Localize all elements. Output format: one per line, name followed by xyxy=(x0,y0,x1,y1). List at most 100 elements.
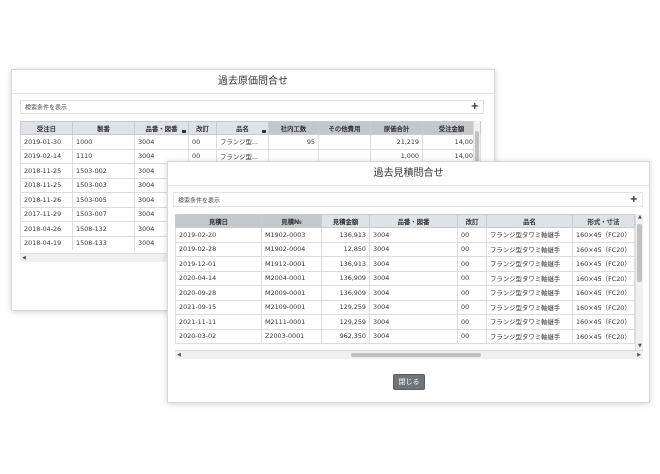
table-cell: 2021-11-11 xyxy=(175,314,262,330)
col-cost-total[interactable]: 原価合計 xyxy=(370,121,423,135)
estimate-table-row[interactable]: 2021-09-15 M2109-0001 129,259 3004 00 フランジ型タワ… xyxy=(175,299,635,315)
scroll-down-arrow-icon[interactable]: ▼ xyxy=(638,344,642,349)
cost-table-header: 受注日 製番 品番・図番 改訂 品名 社内工数 その他費用 原価合計 受注金額 xyxy=(20,121,481,135)
table-cell: 160×45（FC20） xyxy=(572,285,635,301)
table-cell: 3004 xyxy=(369,299,458,315)
col-type-dimensions[interactable]: 形式・寸法 xyxy=(572,214,635,228)
col-estimate-no[interactable]: 見積№ xyxy=(261,214,322,228)
table-cell: 136,909 xyxy=(321,270,370,286)
table-cell: M2109-0001 xyxy=(261,299,322,315)
table-cell: フランジ型タワミ軸継手 xyxy=(486,285,573,301)
col-other-costs[interactable]: その他費用 xyxy=(318,121,371,135)
estimate-table-row[interactable]: 2019-02-20 M1902-0003 136,913 3004 00 フランジ型タワ… xyxy=(175,227,635,243)
table-cell: 2019-02-14 xyxy=(20,148,73,164)
table-cell: 160×45（FC20） xyxy=(572,227,635,243)
table-cell: M2111-0001 xyxy=(261,314,322,330)
table-cell: 1508-132 xyxy=(72,221,135,237)
scroll-left-arrow-icon[interactable]: ◀ xyxy=(22,256,26,261)
table-cell: 1503-002 xyxy=(72,163,135,179)
col-part-drawing-no-label: 品番・図番 xyxy=(145,124,178,133)
sort-icon[interactable] xyxy=(262,130,266,133)
scroll-right-arrow-icon[interactable]: ▶ xyxy=(637,353,641,358)
table-cell: 21,219 xyxy=(370,134,423,150)
cost-table-row[interactable]: 2019-01-30 1000 3004 00 フランジ型... 95 21,219 14,0… xyxy=(20,134,481,150)
table-cell: フランジ型タワミ軸継手 xyxy=(486,227,573,243)
col-product-name[interactable]: 品名 xyxy=(486,214,573,228)
col-part-drawing-no[interactable]: 品番・図番 xyxy=(134,121,189,135)
scroll-up-arrow-icon[interactable]: ▲ xyxy=(638,215,642,220)
table-cell: 2019-01-30 xyxy=(20,134,73,150)
table-cell: 136,913 xyxy=(321,256,370,272)
sort-icon[interactable] xyxy=(182,130,186,133)
close-button[interactable]: 閉じる xyxy=(393,374,425,390)
estimate-table-row[interactable]: 2020-04-14 M2004-0001 136,909 3004 00 フランジ型タワ… xyxy=(175,270,635,286)
table-cell: 2021-09-15 xyxy=(175,299,262,315)
table-cell: M2004-0001 xyxy=(261,270,322,286)
table-cell: 160×45（FC20） xyxy=(572,299,635,315)
table-cell: 160×45（FC20） xyxy=(572,328,635,344)
table-cell: Z2003-0001 xyxy=(261,328,322,344)
estimate-search-toggle-label: 検索条件を表示 xyxy=(178,197,221,204)
estimate-table-row[interactable]: 2020-09-28 M2009-0001 136,909 3004 00 フランジ型タワ… xyxy=(175,285,635,301)
cost-inquiry-title: 過去原価問合せ xyxy=(12,70,494,94)
table-cell: 129,259 xyxy=(321,299,370,315)
estimate-search-toggle[interactable]: 検索条件を表示 + xyxy=(173,192,643,207)
table-cell: 136,913 xyxy=(321,227,370,243)
table-cell: フランジ型タワミ軸継手 xyxy=(486,314,573,330)
table-cell xyxy=(318,134,371,150)
estimate-table-vertical-scroll-thumb[interactable] xyxy=(637,224,642,282)
table-cell: 1000 xyxy=(72,134,135,150)
estimate-table-horizontal-scroll-thumb[interactable] xyxy=(351,353,481,357)
table-cell: M2009-0001 xyxy=(261,285,322,301)
col-part-drawing-no[interactable]: 品番・図番 xyxy=(369,214,458,228)
table-cell: 2017-11-29 xyxy=(20,206,73,222)
table-cell: 1508-133 xyxy=(72,235,135,250)
estimate-table-row[interactable]: 2019-12-01 M1912-0001 136,913 3004 00 フランジ型タワ… xyxy=(175,256,635,272)
cost-search-toggle[interactable]: 検索条件を表示 + xyxy=(20,100,484,114)
table-cell: 2018-11-26 xyxy=(20,192,73,208)
col-internal-hours[interactable]: 社内工数 xyxy=(268,121,319,135)
col-estimate-date[interactable]: 見積日 xyxy=(175,214,262,228)
table-cell: 160×45（FC20） xyxy=(572,314,635,330)
expand-plus-icon[interactable]: + xyxy=(630,194,638,204)
scroll-left-arrow-icon[interactable]: ◀ xyxy=(177,353,181,358)
expand-plus-icon[interactable]: + xyxy=(471,101,479,112)
table-cell: 3004 xyxy=(369,314,458,330)
table-cell: 2018-11-25 xyxy=(20,177,73,193)
table-cell: 00 xyxy=(457,314,487,330)
table-cell: 00 xyxy=(457,328,487,344)
col-product-name-label: 品名 xyxy=(236,124,249,133)
estimate-table-wrapper: 見積日 見積№ 見積金額 品番・図番 改訂 品名 形式・寸法 2019-02-2… xyxy=(175,214,643,350)
table-cell: 00 xyxy=(457,270,487,286)
table-cell: 00 xyxy=(457,241,487,257)
table-cell: 1503-003 xyxy=(72,177,135,193)
estimate-table-row[interactable]: 2020-03-02 Z2003-0001 962,350 3004 00 フランジ型タワ… xyxy=(175,328,635,344)
col-revision[interactable]: 改訂 xyxy=(457,214,487,228)
table-cell: 2020-09-28 xyxy=(175,285,262,301)
table-cell: 160×45（FC20） xyxy=(572,256,635,272)
table-cell: 160×45（FC20） xyxy=(572,270,635,286)
col-order-amount[interactable]: 受注金額 xyxy=(422,121,481,135)
col-estimate-amount[interactable]: 見積金額 xyxy=(321,214,370,228)
table-cell: M1902-0003 xyxy=(261,227,322,243)
table-cell: 2018-04-26 xyxy=(20,221,73,237)
table-cell: フランジ型... xyxy=(216,134,269,150)
table-cell: 3004 xyxy=(369,270,458,286)
col-serial-no[interactable]: 製番 xyxy=(72,121,135,135)
estimate-inquiry-title: 過去見積問合せ xyxy=(168,162,649,186)
table-cell: 136,909 xyxy=(321,285,370,301)
table-cell: 1503-007 xyxy=(72,206,135,222)
table-cell: 962,350 xyxy=(321,328,370,344)
col-order-date[interactable]: 受注日 xyxy=(20,121,73,135)
estimate-table-row[interactable]: 2021-11-11 M2111-0001 129,259 3004 00 フランジ型タワ… xyxy=(175,314,635,330)
estimate-table-horizontal-scrollbar[interactable]: ◀ ▶ xyxy=(175,350,643,359)
estimate-table-vertical-scrollbar[interactable]: ▲ ▼ xyxy=(635,214,643,350)
estimate-table-row[interactable]: 2019-02-28 M1902-0004 12,850 3004 00 フランジ型タワミ… xyxy=(175,241,635,257)
table-cell: M1912-0001 xyxy=(261,256,322,272)
table-cell: 1503-005 xyxy=(72,192,135,208)
table-cell: 00 xyxy=(457,285,487,301)
col-revision[interactable]: 改訂 xyxy=(188,121,217,135)
col-product-name[interactable]: 品名 xyxy=(216,121,269,135)
table-cell: 1110 xyxy=(72,148,135,164)
table-cell: 2020-03-02 xyxy=(175,328,262,344)
